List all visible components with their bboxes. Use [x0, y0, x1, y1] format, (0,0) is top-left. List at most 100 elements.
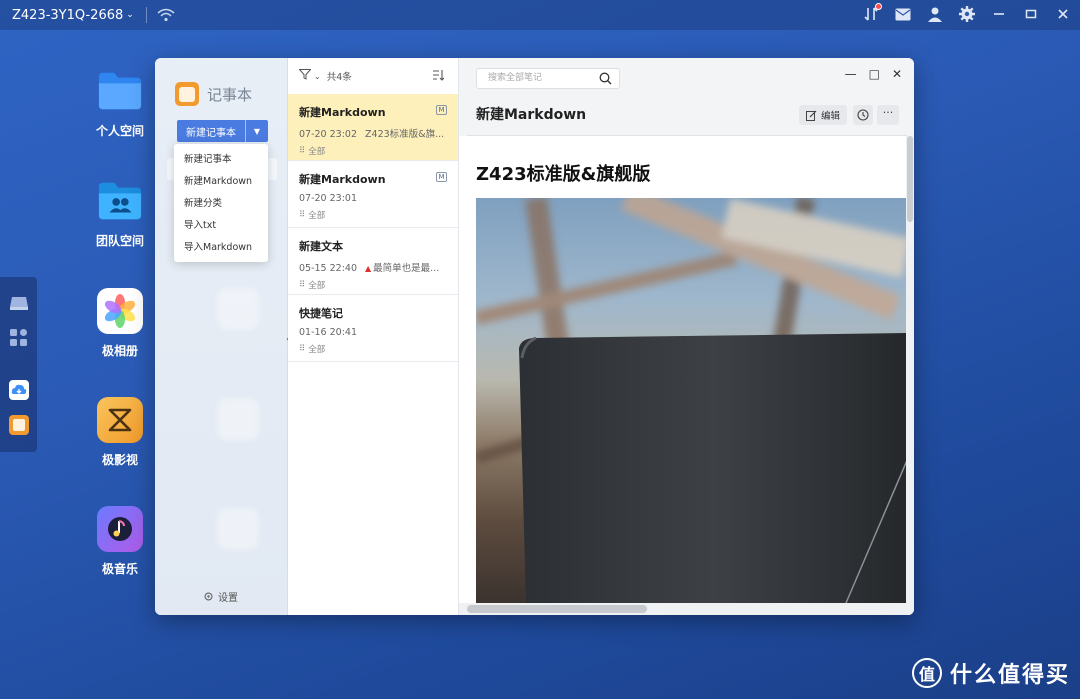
- document-heading: Z423标准版&旗舰版: [476, 164, 651, 185]
- scrollbar-thumb[interactable]: [467, 605, 647, 613]
- menu-item-import-markdown[interactable]: 导入Markdown: [174, 237, 268, 259]
- new-notebook-button[interactable]: 新建记事本 ▼: [177, 120, 268, 142]
- watermark-text: 什么值得买: [949, 663, 1070, 688]
- note-date: 05-15 22:40: [299, 263, 358, 274]
- category-label: 全部: [308, 345, 326, 355]
- note-list-header: ⌄ 共4条: [288, 58, 458, 94]
- menu-item-new-notebook[interactable]: 新建记事本: [174, 149, 268, 171]
- category-label: 全部: [308, 211, 326, 221]
- note-excerpt: 最简单也是最...: [373, 263, 440, 274]
- menu-item-import-txt[interactable]: 导入txt: [174, 215, 268, 237]
- cloud-sync-icon[interactable]: [9, 380, 29, 400]
- user-icon[interactable]: [926, 5, 944, 23]
- close-icon[interactable]: [1054, 5, 1072, 23]
- category-icon: ⠿: [299, 146, 306, 156]
- desktop-app-label: 极相册: [101, 344, 138, 358]
- mail-icon[interactable]: [894, 5, 912, 23]
- video-icon: [97, 397, 143, 443]
- category-label: 全部: [308, 281, 326, 291]
- new-menu-dropdown: 新建记事本 新建Markdown 新建分类 导入txt 导入Markdown: [174, 144, 268, 262]
- drive-icon[interactable]: [9, 293, 29, 313]
- menu-item-new-markdown[interactable]: 新建Markdown: [174, 171, 268, 193]
- horizontal-scrollbar[interactable]: [459, 603, 914, 615]
- more-options-button[interactable]: ···: [877, 105, 899, 125]
- blurred-icon: [217, 508, 259, 550]
- desktop-app-label: 极音乐: [101, 562, 138, 576]
- scrollbar-thumb[interactable]: [907, 136, 913, 222]
- list-item[interactable]: 新建Markdown M 07-20 23:02 Z423标准版&旗... ⠿ 全部: [288, 94, 458, 161]
- vertical-scrollbar[interactable]: [906, 136, 914, 603]
- doc-title: 新建Markdown: [476, 107, 587, 123]
- filter-icon[interactable]: [298, 69, 312, 83]
- note-date: 07-20 23:02: [299, 129, 358, 140]
- music-icon: [97, 506, 143, 552]
- wifi-icon[interactable]: [157, 8, 175, 22]
- notification-badge: [875, 3, 882, 10]
- note-date: 01-16 20:41: [299, 327, 358, 338]
- watermark-logo: 值: [911, 658, 942, 688]
- desktop-app-team-space[interactable]: 团队空间: [80, 178, 160, 249]
- history-icon: [857, 109, 869, 121]
- desktop-app-label: 极影视: [101, 453, 138, 467]
- desktop-app-music[interactable]: 极音乐: [80, 506, 160, 577]
- minimize-icon[interactable]: [990, 5, 1008, 23]
- embedded-photo: [476, 198, 906, 603]
- document-content[interactable]: Z423标准版&旗舰版: [459, 136, 906, 603]
- sort-icon[interactable]: [432, 69, 445, 84]
- settings-link[interactable]: 设置: [203, 589, 238, 604]
- chevron-down-icon[interactable]: ⌄: [314, 72, 321, 81]
- caret-down-icon[interactable]: ▼: [246, 127, 268, 136]
- device-name-selector[interactable]: Z423-3Y1Q-2668 ⌄: [12, 8, 134, 23]
- blurred-icon: [217, 288, 259, 330]
- desktop-app-photos[interactable]: 极相册: [80, 288, 160, 359]
- search-input[interactable]: 搜索全部笔记: [476, 68, 620, 89]
- markdown-badge: M: [436, 172, 447, 182]
- desktop-app-personal-space[interactable]: 个人空间: [80, 68, 160, 139]
- desktop-app-label: 团队空间: [95, 234, 144, 248]
- note-category: ⠿ 全部: [299, 209, 447, 221]
- photos-icon: [97, 288, 143, 334]
- minimize-icon[interactable]: —: [845, 67, 857, 81]
- desktop-app-video[interactable]: 极影视: [80, 397, 160, 468]
- note-category: ⠿ 全部: [299, 279, 447, 291]
- close-icon[interactable]: ✕: [892, 67, 902, 81]
- team-folder-icon: [97, 178, 143, 224]
- category-label: 全部: [308, 147, 326, 157]
- category-icon: ⠿: [299, 344, 306, 354]
- maximize-icon[interactable]: □: [869, 67, 880, 81]
- edit-label: 编辑: [820, 111, 840, 122]
- note-editor: 搜索全部笔记 — □ ✕ 新建Markdown 编辑 ··· Z423标准版&旗…: [459, 58, 914, 615]
- side-dock: [0, 277, 37, 452]
- list-item[interactable]: 新建文本 05-15 22:40 ▲ 最简单也是最... ⠿ 全部: [288, 228, 458, 295]
- settings-label: 设置: [218, 593, 238, 604]
- menu-item-new-category[interactable]: 新建分类: [174, 193, 268, 215]
- divider: [145, 7, 147, 23]
- folder-icon: [97, 68, 143, 114]
- app-title: 记事本: [207, 86, 253, 104]
- settings-icon[interactable]: [958, 5, 976, 23]
- blurred-icon: [217, 398, 259, 440]
- search-placeholder: 搜索全部笔记: [488, 73, 543, 83]
- note-meta: 01-16 20:41: [299, 327, 447, 338]
- note-date: 07-20 23:01: [299, 193, 358, 204]
- desktop-app-label: 个人空间: [95, 124, 144, 138]
- note-meta: 07-20 23:02 Z423标准版&旗...: [299, 126, 447, 140]
- notepad-icon[interactable]: [9, 415, 29, 435]
- note-meta: 07-20 23:01: [299, 193, 447, 204]
- chevron-down-icon: ⌄: [126, 10, 134, 20]
- transfer-icon[interactable]: [862, 3, 882, 23]
- markdown-badge: M: [436, 105, 447, 115]
- apps-grid-icon[interactable]: [9, 328, 29, 348]
- note-title: 新建文本: [299, 240, 343, 253]
- note-list: ⌄ 共4条 新建Markdown M 07-20 23:02 Z423标准版&旗.…: [288, 58, 459, 615]
- maximize-icon[interactable]: [1022, 5, 1040, 23]
- list-item[interactable]: 新建Markdown M 07-20 23:01 ⠿ 全部: [288, 161, 458, 228]
- notepad-logo-icon: [175, 82, 199, 106]
- device-name: Z423-3Y1Q-2668: [12, 7, 124, 23]
- edit-icon: [805, 110, 817, 121]
- window-controls: — □ ✕: [845, 67, 902, 81]
- history-button[interactable]: [853, 105, 873, 125]
- search-icon[interactable]: [599, 72, 612, 93]
- edit-button[interactable]: 编辑: [799, 105, 847, 125]
- list-item[interactable]: 快捷笔记 01-16 20:41 ⠿ 全部: [288, 295, 458, 362]
